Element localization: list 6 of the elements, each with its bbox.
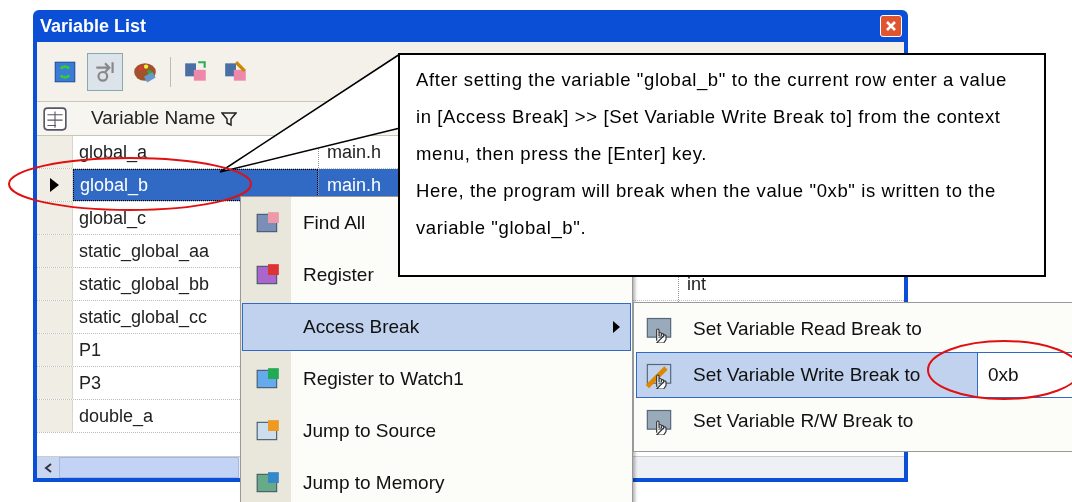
file-cell-text: main.h <box>327 140 382 164</box>
callout-text: After setting the variable "global_b" to the current row enter a value in [Access Break] >> [Set Variable Write Break to] from the context menu, then press the [Enter] key. <box>416 68 1008 166</box>
type-cell-text: int <box>687 272 706 296</box>
window-title: Variable List <box>40 14 147 38</box>
callout-text: Here, the program will break when the value "0xb" is written to the variable "global_b". <box>416 179 997 241</box>
file-cell-text: main.h <box>327 173 382 197</box>
